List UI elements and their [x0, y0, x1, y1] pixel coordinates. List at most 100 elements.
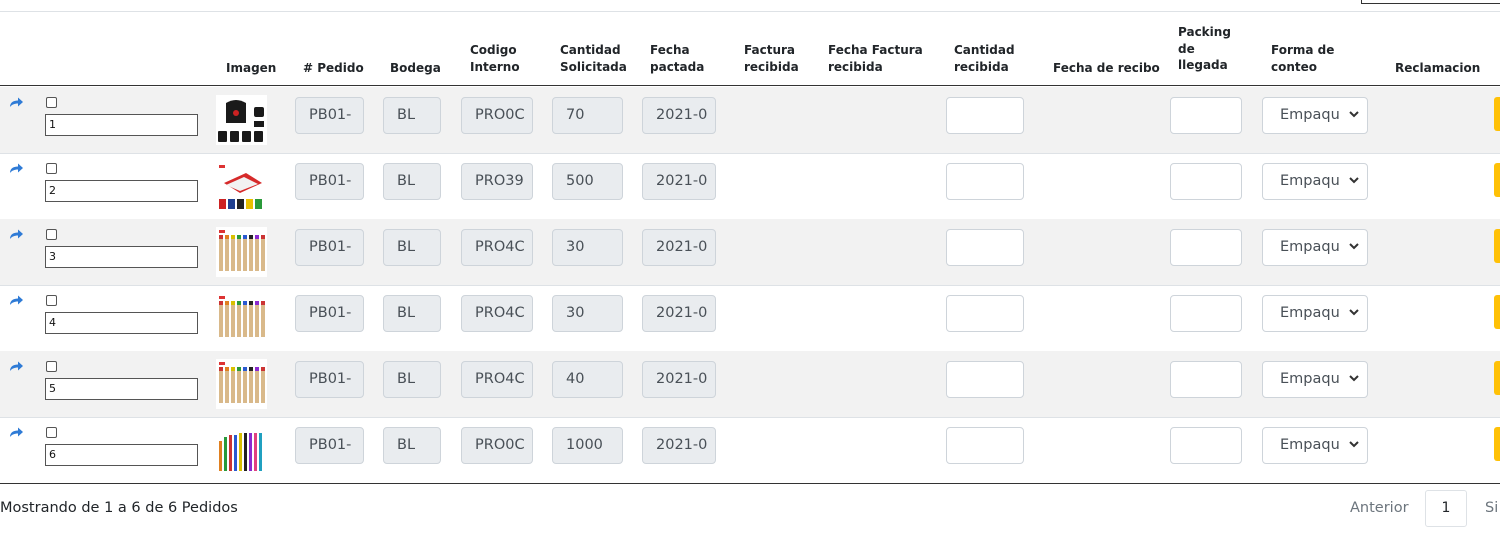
cantidad-recibida-input[interactable]	[946, 229, 1024, 266]
codigo-field: PRO39	[461, 163, 533, 200]
row-select-checkbox[interactable]	[46, 361, 57, 372]
table-row: 5 PB01- BL PRO4C 40 2021-0 Empaqu	[0, 351, 1500, 418]
header-codigo-interno: Codigo Interno	[470, 43, 520, 74]
table-row: 2 PB01- BL PRO39 500 2021-0 Empaqu	[0, 153, 1500, 220]
pedido-field: PB01-	[295, 295, 364, 332]
forma-conteo-select[interactable]: Empaqu	[1262, 229, 1368, 266]
next-page-button[interactable]: Si	[1485, 500, 1498, 516]
cantidad-recibida-input[interactable]	[946, 361, 1024, 398]
reclamacion-button[interactable]	[1494, 97, 1500, 131]
pedido-field: PB01-	[295, 97, 364, 134]
codigo-field: PRO4C	[461, 229, 533, 266]
bodega-field: BL	[383, 295, 441, 332]
packing-llegada-input[interactable]	[1170, 427, 1242, 464]
forma-conteo-select[interactable]: Empaqu	[1262, 295, 1368, 332]
cantidad-solicitada-field: 1000	[552, 427, 623, 464]
packing-llegada-input[interactable]	[1170, 295, 1242, 332]
pedido-field: PB01-	[295, 229, 364, 266]
header-fecha-de-recibo: Fecha de recibo	[1053, 61, 1160, 75]
cantidad-recibida-input[interactable]	[946, 97, 1024, 134]
pedido-field: PB01-	[295, 427, 364, 464]
table-row: 4 PB01- BL PRO4C 30 2021-0 Empaqu	[0, 285, 1500, 352]
pens-product-icon	[216, 227, 267, 277]
row-number-input[interactable]: 4	[45, 312, 198, 334]
reclamacion-button[interactable]	[1494, 163, 1500, 197]
codigo-field: PRO0C	[461, 427, 533, 464]
header-cantidad-recibida: Cantidad recibida	[954, 43, 1015, 74]
pens-product-icon	[216, 359, 267, 409]
row-select-checkbox[interactable]	[46, 229, 57, 240]
pedido-field: PB01-	[295, 361, 364, 398]
row-select-checkbox[interactable]	[46, 295, 57, 306]
notebook-product-icon	[216, 161, 267, 211]
top-search-box-edge	[1361, 0, 1500, 4]
table-row: 1 PB01- BL PRO0C 70 2021-0 Empaqu	[0, 87, 1500, 154]
cantidad-recibida-input[interactable]	[946, 295, 1024, 332]
header-bodega: Bodega	[390, 61, 441, 75]
chevron-down-icon	[1349, 375, 1359, 382]
chevron-down-icon	[1349, 243, 1359, 250]
share-icon[interactable]	[10, 427, 23, 437]
forma-conteo-select[interactable]: Empaqu	[1262, 427, 1368, 464]
codigo-field: PRO4C	[461, 361, 533, 398]
header-fecha-pactada: Fecha pactada	[650, 43, 705, 74]
backpack-product-icon	[216, 95, 267, 145]
forma-conteo-select[interactable]: Empaqu	[1262, 163, 1368, 200]
cantidad-recibida-input[interactable]	[946, 427, 1024, 464]
fecha-pactada-field: 2021-0	[642, 163, 716, 200]
share-icon[interactable]	[10, 163, 23, 173]
page-1-button[interactable]: 1	[1425, 490, 1467, 527]
forma-conteo-select[interactable]: Empaqu	[1262, 97, 1368, 134]
share-icon[interactable]	[10, 361, 23, 371]
row-number-input[interactable]: 1	[45, 114, 198, 136]
bodega-field: BL	[383, 97, 441, 134]
table-header: Imagen # Pedido Bodega Codigo Interno Ca…	[0, 12, 1500, 86]
cantidad-solicitada-field: 40	[552, 361, 623, 398]
bodega-field: BL	[383, 361, 441, 398]
cantidad-solicitada-field: 500	[552, 163, 623, 200]
packing-llegada-input[interactable]	[1170, 229, 1242, 266]
pens-product-icon	[216, 425, 267, 475]
reclamacion-button[interactable]	[1494, 229, 1500, 263]
share-icon[interactable]	[10, 97, 23, 107]
forma-conteo-select[interactable]: Empaqu	[1262, 361, 1368, 398]
chevron-down-icon	[1349, 441, 1359, 448]
chevron-down-icon	[1349, 177, 1359, 184]
row-number-input[interactable]: 2	[45, 180, 198, 202]
reclamacion-button[interactable]	[1494, 427, 1500, 461]
reclamacion-button[interactable]	[1494, 361, 1500, 395]
pedido-field: PB01-	[295, 163, 364, 200]
share-icon[interactable]	[10, 229, 23, 239]
table-row: 3 PB01- BL PRO4C 30 2021-0 Empaqu	[0, 219, 1500, 286]
packing-llegada-input[interactable]	[1170, 97, 1242, 134]
chevron-down-icon	[1349, 111, 1359, 118]
row-number-input[interactable]: 3	[45, 246, 198, 268]
row-select-checkbox[interactable]	[46, 163, 57, 174]
fecha-pactada-field: 2021-0	[642, 229, 716, 266]
fecha-pactada-field: 2021-0	[642, 361, 716, 398]
bodega-field: BL	[383, 229, 441, 266]
row-number-input[interactable]: 6	[45, 444, 198, 466]
packing-llegada-input[interactable]	[1170, 163, 1242, 200]
previous-page-button[interactable]: Anterior	[1350, 500, 1409, 516]
table-row: 6 PB01- BL PRO0C 1000 2021-0 Empaqu	[0, 417, 1500, 484]
share-icon[interactable]	[10, 295, 23, 305]
chevron-down-icon	[1349, 309, 1359, 316]
row-select-checkbox[interactable]	[46, 427, 57, 438]
pagination-info: Mostrando de 1 a 6 de 6 Pedidos	[0, 500, 238, 516]
packing-llegada-input[interactable]	[1170, 361, 1242, 398]
fecha-pactada-field: 2021-0	[642, 97, 716, 134]
header-cantidad-solicitada: Cantidad Solicitada	[560, 43, 627, 74]
header-reclamacion: Reclamacion	[1395, 61, 1481, 75]
fecha-pactada-field: 2021-0	[642, 295, 716, 332]
header-packing-de-llegada: Packing de llegada	[1178, 25, 1231, 72]
codigo-field: PRO4C	[461, 295, 533, 332]
pens-product-icon	[216, 293, 267, 343]
reclamacion-button[interactable]	[1494, 295, 1500, 329]
header-forma-de-conteo: Forma de conteo	[1271, 43, 1335, 74]
row-select-checkbox[interactable]	[46, 97, 57, 108]
row-number-input[interactable]: 5	[45, 378, 198, 400]
cantidad-recibida-input[interactable]	[946, 163, 1024, 200]
bodega-field: BL	[383, 163, 441, 200]
header-pedido: # Pedido	[303, 61, 364, 75]
